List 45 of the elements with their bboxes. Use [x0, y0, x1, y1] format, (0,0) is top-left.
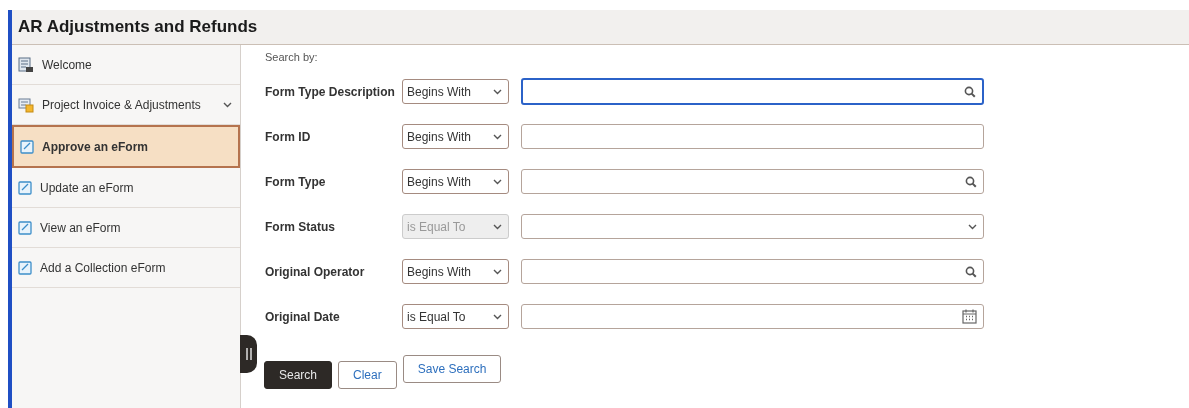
operator-dropdown[interactable]: Begins With: [402, 169, 509, 194]
chevron-down-icon: [493, 133, 502, 140]
field-label: Original Date: [265, 309, 341, 324]
operator-dropdown[interactable]: is Equal To: [402, 304, 509, 329]
calendar-icon[interactable]: [962, 309, 977, 324]
sidebar-item[interactable]: Update an eForm: [12, 168, 240, 208]
sidebar-item[interactable]: View an eForm: [12, 208, 240, 248]
chevron-down-icon: [493, 178, 502, 185]
form-icon: [18, 260, 32, 275]
field-label: Original Operator: [265, 264, 366, 279]
collapse-handle[interactable]: [240, 335, 257, 373]
chevron-down-icon: [493, 268, 502, 275]
page-title: AR Adjustments and Refunds: [12, 10, 1189, 45]
chevron-down-icon: [493, 313, 502, 320]
sidebar-item[interactable]: Welcome: [12, 45, 240, 85]
sidebar-item[interactable]: Add a Collection eForm: [12, 248, 240, 288]
input-field[interactable]: [521, 304, 984, 329]
search-button[interactable]: Search: [264, 361, 333, 389]
operator-dropdown[interactable]: Begins With: [402, 259, 509, 284]
operator-dropdown[interactable]: Begins With: [402, 124, 509, 149]
search-icon[interactable]: [965, 175, 977, 188]
action-button[interactable]: Clear: [338, 361, 397, 389]
form-icon: [18, 220, 32, 235]
search-icon[interactable]: [965, 265, 977, 278]
form-icon: [20, 139, 34, 154]
chevron-down-icon: [223, 101, 232, 108]
input-field[interactable]: [521, 124, 984, 149]
sidebar-item[interactable]: Approve an eForm: [12, 125, 240, 168]
operator-dropdown[interactable]: Begins With: [402, 79, 509, 104]
search-icon[interactable]: [964, 85, 976, 98]
chevron-down-icon: [493, 88, 502, 95]
chevron-down-icon: [493, 223, 502, 230]
input-field[interactable]: [521, 259, 984, 284]
field-label: Form Type: [265, 174, 327, 189]
field-label: Form Type Description: [265, 84, 396, 99]
field-label: Form Status: [265, 219, 336, 234]
search-heading: Search by:: [265, 51, 319, 63]
action-button[interactable]: Save Search: [402, 355, 502, 383]
field-label: Form ID: [265, 129, 312, 144]
input-field[interactable]: [521, 78, 984, 105]
chevron-down-icon: [968, 223, 977, 230]
invoice-icon: [18, 96, 34, 113]
document-icon: [18, 56, 34, 73]
input-field[interactable]: [521, 169, 984, 194]
form-icon: [18, 180, 32, 195]
